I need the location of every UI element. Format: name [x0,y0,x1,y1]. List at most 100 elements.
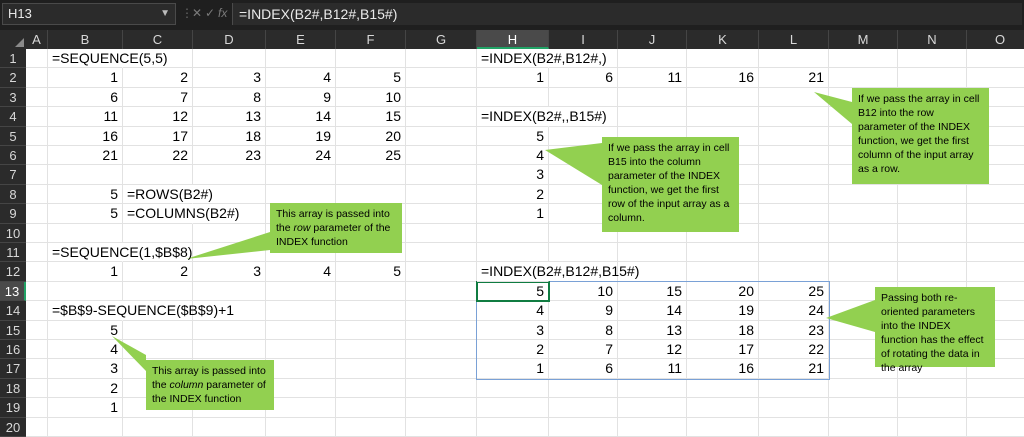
cell-i16[interactable]: 7 [549,340,618,360]
cell-e19[interactable] [266,398,336,418]
cell-g8[interactable] [406,184,477,205]
cell-l8[interactable] [759,184,829,205]
cell-e4[interactable]: 14 [266,107,336,127]
cell-e12[interactable]: 4 [266,262,336,282]
row-header-7[interactable]: 7 [0,165,26,185]
cell-b15[interactable]: 5 [48,320,123,340]
cell-i14[interactable]: 9 [549,301,618,321]
cell-f18[interactable] [336,378,406,399]
cell-k17[interactable]: 16 [687,359,759,379]
cell-j11[interactable] [618,243,687,263]
cell-g11[interactable] [406,243,477,263]
cell-f19[interactable] [336,398,406,418]
cell-l1[interactable] [759,49,829,69]
cell-o9[interactable] [967,204,1024,224]
cell-j20[interactable] [618,417,687,437]
cell-a19[interactable] [26,398,48,418]
cell-b19[interactable]: 1 [48,398,123,418]
row-header-8[interactable]: 8 [0,184,26,205]
column-header-c[interactable]: C [123,30,193,49]
cell-f8[interactable] [336,184,406,205]
cancel-icon[interactable]: ✕ [192,6,202,20]
column-header-a[interactable]: A [26,30,48,49]
cell-m20[interactable] [829,417,898,437]
cell-g10[interactable] [406,223,477,243]
cell-n8[interactable] [898,184,967,205]
cell-k13[interactable]: 20 [687,281,759,302]
cell-l18[interactable] [759,378,829,399]
cell-m11[interactable] [829,243,898,263]
cell-i19[interactable] [549,398,618,418]
cell-e15[interactable] [266,320,336,340]
formula-input[interactable]: =INDEX(B2#,B12#,B15#) [232,3,1022,25]
cell-h14[interactable]: 4 [477,301,549,321]
cell-e20[interactable] [266,417,336,437]
cell-a14[interactable] [26,301,48,321]
select-all-corner[interactable] [0,30,26,49]
row-header-4[interactable]: 4 [0,107,26,127]
cell-n18[interactable] [898,378,967,399]
cell-f20[interactable] [336,417,406,437]
cell-o19[interactable] [967,398,1024,418]
cell-d4[interactable]: 13 [193,107,266,127]
cell-k19[interactable] [687,398,759,418]
cell-h8[interactable]: 2 [477,184,549,205]
cell-f1[interactable] [336,49,406,69]
cell-n19[interactable] [898,398,967,418]
cell-c2[interactable]: 2 [123,68,193,88]
cell-o2[interactable] [967,68,1024,88]
cell-k4[interactable] [687,107,759,127]
cell-l5[interactable] [759,126,829,146]
cell-b14[interactable]: =$B$9-SEQUENCE($B$9)+1 [48,301,234,321]
cell-g13[interactable] [406,281,477,302]
cell-b10[interactable] [48,223,123,243]
cell-i20[interactable] [549,417,618,437]
cell-f12[interactable]: 5 [336,262,406,282]
cell-b4[interactable]: 11 [48,107,123,127]
cell-a4[interactable] [26,107,48,127]
cell-l19[interactable] [759,398,829,418]
cell-k1[interactable] [687,49,759,69]
row-header-16[interactable]: 16 [0,340,26,360]
cell-m2[interactable] [829,68,898,88]
cell-f13[interactable] [336,281,406,302]
cell-f2[interactable]: 5 [336,68,406,88]
cell-k15[interactable]: 18 [687,320,759,340]
cell-g17[interactable] [406,359,477,379]
cell-h9[interactable]: 1 [477,204,549,224]
cell-n10[interactable] [898,223,967,243]
cell-b11[interactable]: =SEQUENCE(1,$B$8) [48,243,192,263]
cell-e13[interactable] [266,281,336,302]
cell-k2[interactable]: 16 [687,68,759,88]
cell-c16[interactable] [123,340,193,360]
cell-c5[interactable]: 17 [123,126,193,146]
cell-i15[interactable]: 8 [549,320,618,340]
cell-g5[interactable] [406,126,477,146]
cell-m8[interactable] [829,184,898,205]
cell-c12[interactable]: 2 [123,262,193,282]
cell-e17[interactable] [266,359,336,379]
cell-a3[interactable] [26,87,48,108]
cell-j3[interactable] [618,87,687,108]
cell-h6[interactable]: 4 [477,146,549,166]
row-header-1[interactable]: 1 [0,49,26,69]
row-header-6[interactable]: 6 [0,146,26,166]
cell-h5[interactable]: 5 [477,126,549,146]
cell-d13[interactable] [193,281,266,302]
cell-b9[interactable]: 5 [48,204,123,224]
cell-a8[interactable] [26,184,48,205]
row-header-3[interactable]: 3 [0,87,26,108]
cell-i13[interactable]: 10 [549,281,618,302]
column-header-k[interactable]: K [687,30,759,49]
cell-a10[interactable] [26,223,48,243]
cell-f7[interactable] [336,165,406,185]
cell-e3[interactable]: 9 [266,87,336,108]
cell-j2[interactable]: 11 [618,68,687,88]
cell-b1[interactable]: =SEQUENCE(5,5) [48,49,168,69]
row-header-11[interactable]: 11 [0,243,26,263]
cell-g20[interactable] [406,417,477,437]
cell-h19[interactable] [477,398,549,418]
cell-k16[interactable]: 17 [687,340,759,360]
cell-b3[interactable]: 6 [48,87,123,108]
cell-e2[interactable]: 4 [266,68,336,88]
